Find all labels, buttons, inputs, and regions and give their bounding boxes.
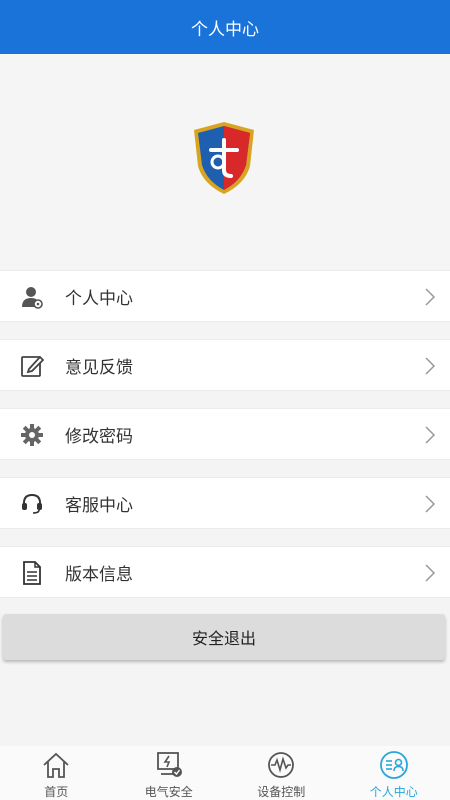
electric-safety-icon (156, 752, 182, 777)
profile-icon (379, 751, 408, 779)
tab-device-control[interactable]: 设备控制 (225, 746, 338, 800)
app-header: 个人中心 (0, 0, 450, 54)
menu-item-change-password[interactable]: 修改密码 (0, 408, 450, 460)
menu-label: 版本信息 (65, 564, 133, 585)
chevron-right-icon (425, 426, 436, 444)
edit-icon (19, 353, 45, 379)
bottom-tab-bar: 首页 电气安全 设备控制 个人中心 (0, 746, 450, 800)
tab-label: 个人中心 (369, 785, 418, 799)
app-logo (194, 122, 254, 194)
chevron-right-icon (425, 288, 436, 306)
gear-icon (19, 422, 45, 448)
tab-label: 电气安全 (144, 785, 193, 799)
menu-item-customer-service[interactable]: 客服中心 (0, 477, 450, 529)
menu-label: 个人中心 (65, 288, 133, 309)
menu-item-profile[interactable]: 个人中心 (0, 270, 450, 322)
page-title: 个人中心 (191, 19, 259, 40)
chevron-right-icon (425, 357, 436, 375)
tab-label: 设备控制 (257, 785, 306, 799)
menu-label: 意见反馈 (65, 357, 133, 378)
logout-button[interactable]: 安全退出 (3, 614, 445, 660)
headset-icon (19, 491, 45, 517)
home-icon (43, 752, 69, 778)
user-icon (19, 284, 45, 310)
menu-item-version-info[interactable]: 版本信息 (0, 546, 450, 598)
tab-profile[interactable]: 个人中心 (338, 746, 450, 800)
menu-item-feedback[interactable]: 意见反馈 (0, 339, 450, 391)
tab-label: 首页 (44, 785, 69, 799)
chevron-right-icon (425, 495, 436, 513)
menu-label: 修改密码 (65, 426, 133, 447)
device-control-icon (268, 752, 295, 778)
tab-electric-safety[interactable]: 电气安全 (113, 746, 226, 800)
menu-label: 客服中心 (65, 495, 133, 516)
chevron-right-icon (425, 564, 436, 582)
document-icon (19, 560, 45, 586)
tab-home[interactable]: 首页 (0, 746, 113, 800)
